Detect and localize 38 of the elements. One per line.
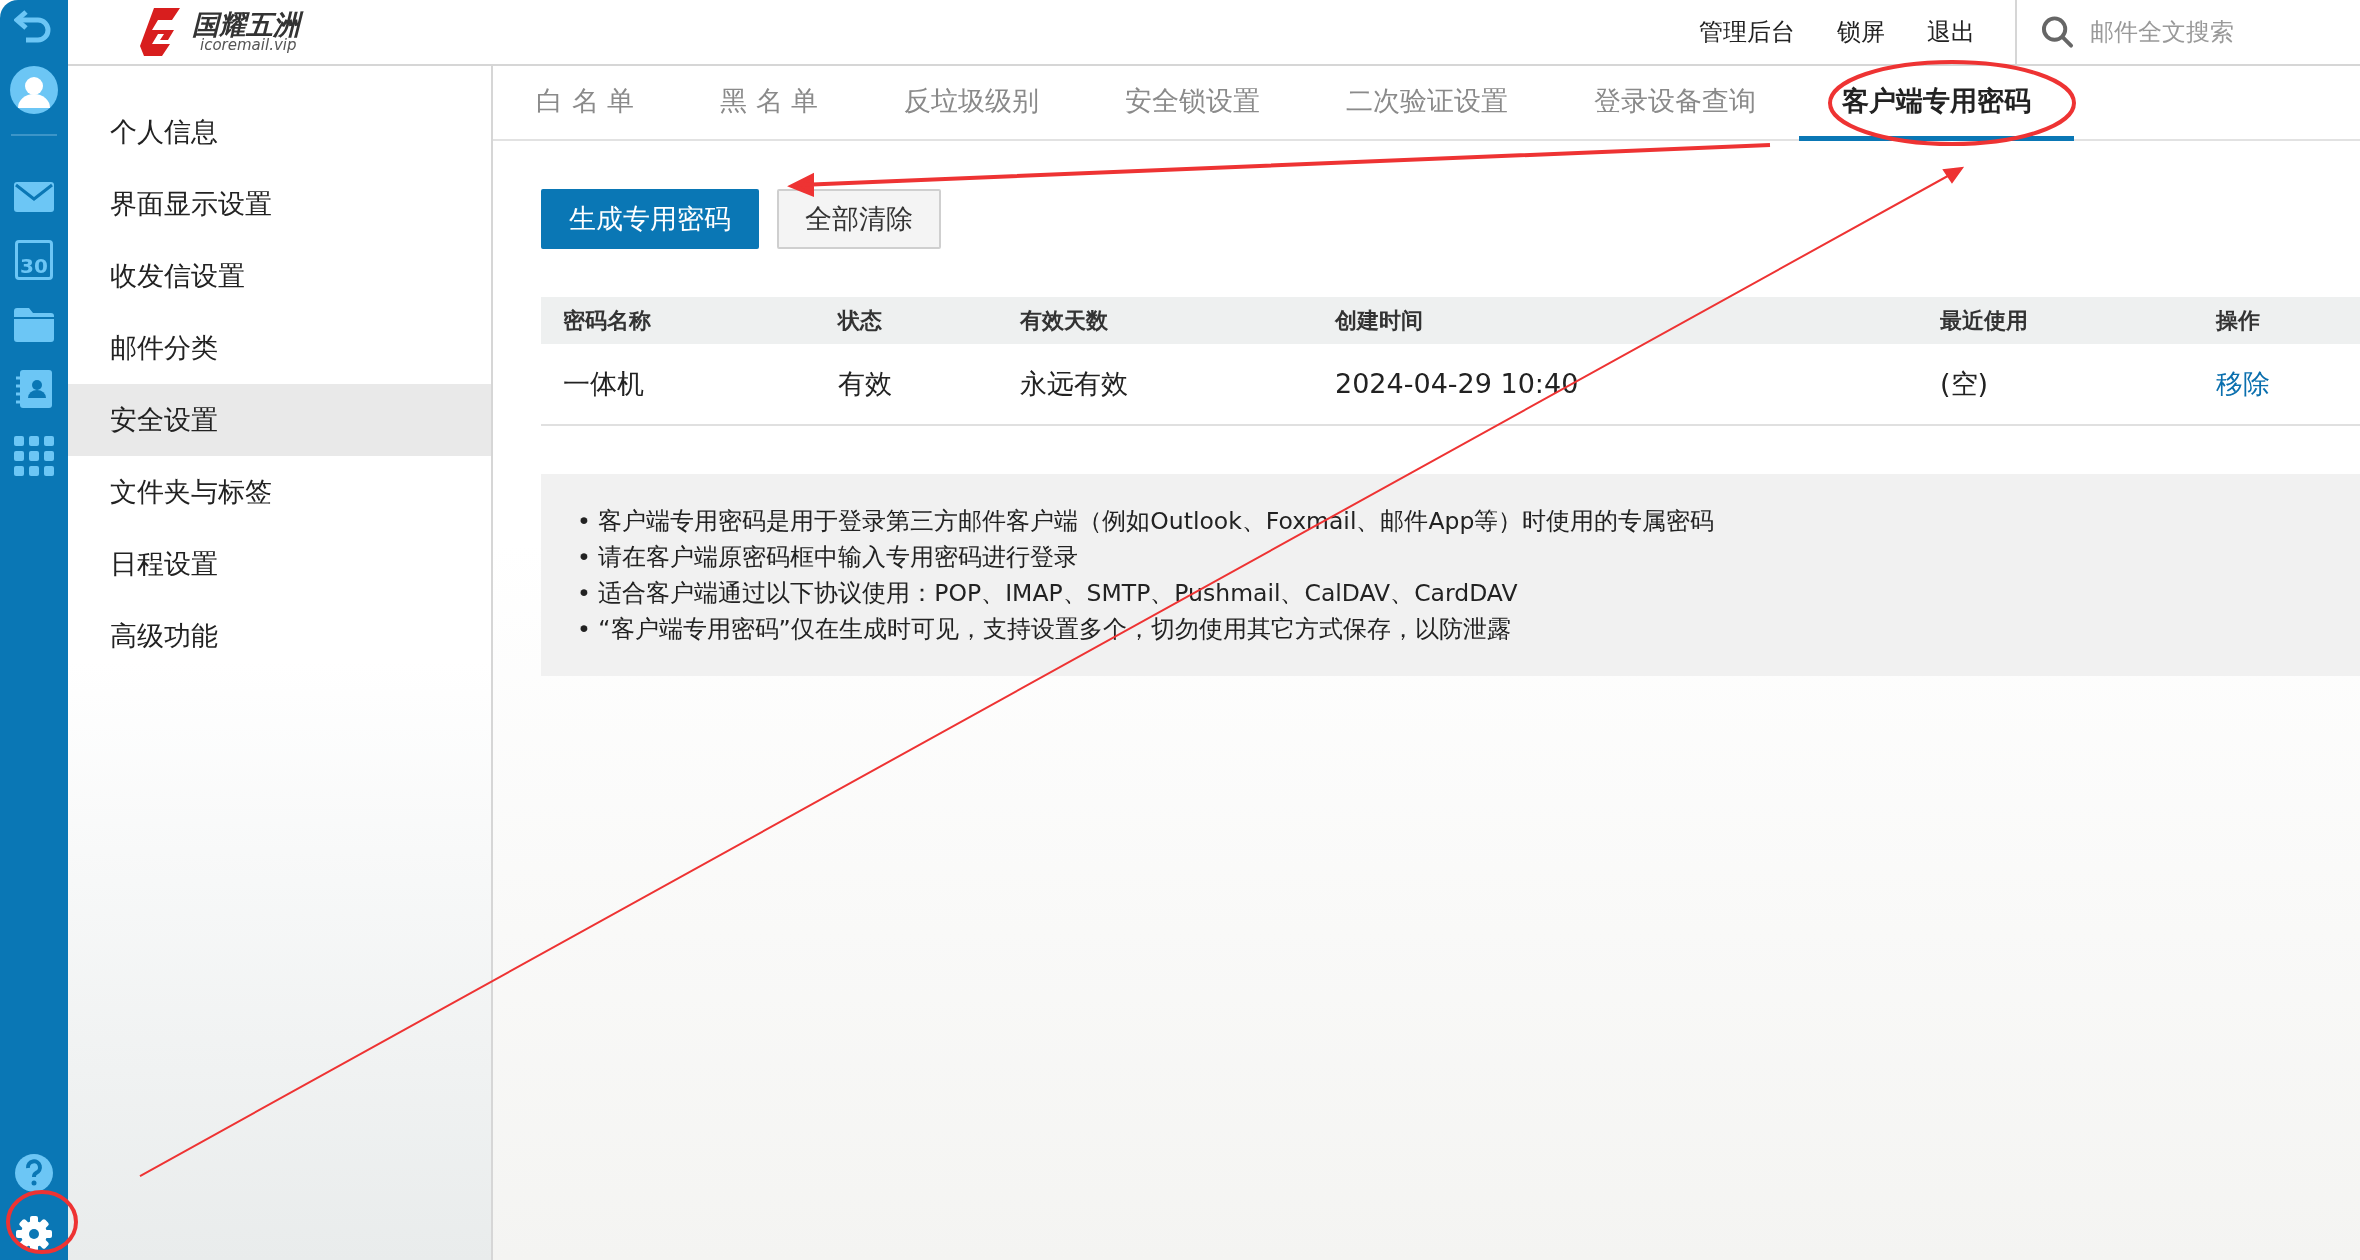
search-icon[interactable] [2041, 15, 2074, 49]
contacts-icon[interactable] [16, 370, 52, 408]
clear-all-button[interactable]: 全部清除 [777, 189, 941, 249]
search-field[interactable]: 邮件全文搜索 [2090, 14, 2360, 50]
table-cell-text: 2024-04-29 10:40 [1334, 366, 1580, 401]
sidebar-item[interactable]: 安全设置 [68, 384, 491, 456]
sidebar-item[interactable]: 高级功能 [68, 600, 491, 672]
avatar-icon[interactable] [10, 66, 58, 114]
sidebar-item[interactable]: 文件夹与标签 [68, 456, 491, 528]
note-text: • “客户端专用密码”仅在生成时可见，支持设置多个，切勿使用其它方式保存，以防泄露 [577, 614, 1512, 644]
column-header: 最近使用 [1939, 307, 2029, 335]
remove-link[interactable]: 移除 [2194, 363, 2334, 405]
column-header: 密码名称 [562, 307, 652, 335]
header-link[interactable]: 锁屏 [1837, 14, 1885, 50]
note-text: • 请在客户端原密码框中输入专用密码进行登录 [577, 542, 1080, 572]
highlight-circle [6, 1190, 78, 1254]
sidebar-item[interactable]: 收发信设置 [68, 240, 491, 312]
sidebar-item[interactable]: 界面显示设置 [68, 168, 491, 240]
logo-domain: icoremail.vip [200, 38, 297, 53]
header-link[interactable]: 退出 [1927, 14, 1975, 50]
tab[interactable]: 客户端专用密码 [1799, 81, 2075, 141]
header-link[interactable]: 管理后台 [1699, 14, 1795, 50]
column-header: 有效天数 [1019, 307, 1109, 335]
table-cell-text: 一体机 [562, 366, 645, 401]
column-header: 操作 [2214, 307, 2261, 335]
column-header: 创建时间 [1333, 307, 1424, 335]
table-cell-text: (空) [1939, 366, 1990, 401]
table-cell-text: 有效 [837, 366, 893, 401]
sidebar-item[interactable]: 日程设置 [68, 528, 491, 600]
apps-icon[interactable] [14, 436, 54, 476]
sidebar-item[interactable]: 邮件分类 [68, 312, 491, 384]
generate-button[interactable]: 生成专用密码 [541, 189, 759, 249]
column-header: 状态 [836, 307, 883, 335]
table-cell-text: 永远有效 [1019, 366, 1129, 401]
help-icon[interactable] [15, 1154, 53, 1192]
folder-icon[interactable] [14, 308, 54, 342]
mail-icon[interactable] [14, 182, 54, 212]
sidebar-item[interactable]: 个人信息 [68, 96, 491, 168]
